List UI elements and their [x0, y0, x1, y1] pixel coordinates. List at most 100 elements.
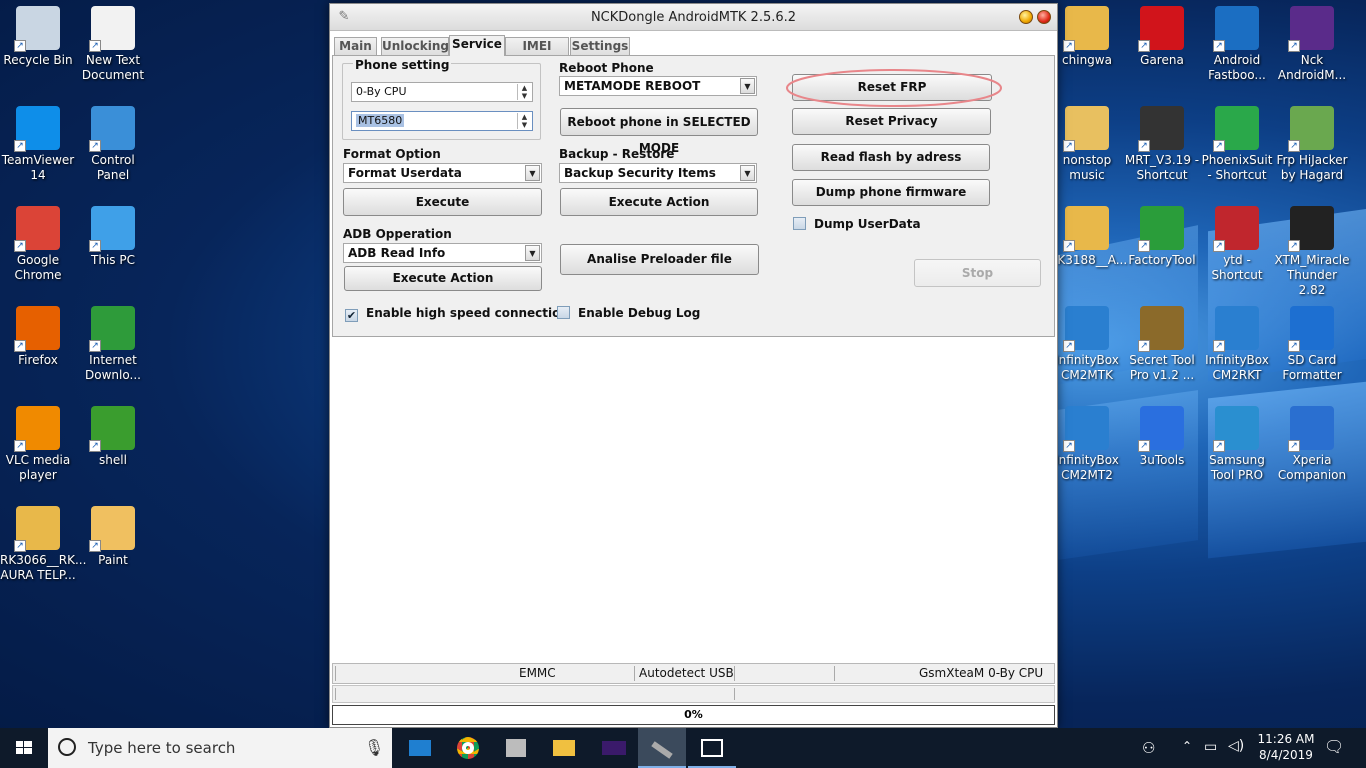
file-explorer-icon[interactable]: [540, 728, 588, 768]
chip-select[interactable]: MT6580 ▲ ▼: [351, 111, 533, 131]
chevron-down-icon[interactable]: ▼: [525, 245, 540, 261]
spin-arrows-icon[interactable]: ▲ ▼: [517, 113, 531, 129]
people-icon[interactable]: ⚇: [1142, 739, 1155, 757]
desktop-icon[interactable]: ↗ 3uTools: [1124, 400, 1200, 500]
dump-userdata-checkbox[interactable]: Dump UserData: [793, 217, 921, 231]
execute-format-button[interactable]: Execute: [343, 188, 542, 216]
nckdongle-window[interactable]: ✎ NCKDongle AndroidMTK 2.5.6.2 Main Unlo…: [329, 3, 1058, 728]
close-button[interactable]: [1037, 10, 1051, 24]
desktop-icon-label: Internet Downlo...: [85, 353, 141, 382]
desktop-icon[interactable]: ↗ Xperia Companion: [1274, 400, 1350, 500]
desktop-icon[interactable]: ↗ XTM_Miracle Thunder 2.82: [1274, 200, 1350, 300]
desktop-icon[interactable]: ↗ InfinityBox CM2MT2: [1049, 400, 1125, 500]
checkbox-checked-icon[interactable]: ✔: [345, 309, 358, 322]
nckdongle-taskbar-icon[interactable]: [638, 728, 686, 768]
desktop-icon[interactable]: ↗ FactoryTool: [1124, 200, 1200, 300]
desktop-icon[interactable]: ↗ chingwa: [1049, 0, 1125, 100]
desktop-icon[interactable]: ↗ This PC: [75, 200, 151, 300]
minimize-button[interactable]: [1019, 10, 1033, 24]
search-box[interactable]: Type here to search 🎙: [48, 728, 392, 768]
desktop-icon[interactable]: ↗ ytd - Shortcut: [1199, 200, 1275, 300]
chevron-down-icon[interactable]: ▼: [525, 165, 540, 181]
tab-settings[interactable]: Settings: [570, 37, 630, 55]
desktop-icon[interactable]: ↗ Garena: [1124, 0, 1200, 100]
desktop-icon[interactable]: ↗ RK3066__RK... AURA TELP...: [0, 500, 87, 600]
tab-imei-utils[interactable]: IMEI Utils: [505, 37, 569, 69]
analise-preloader-button[interactable]: Analise Preloader file: [560, 244, 759, 275]
high-speed-checkbox[interactable]: ✔ Enable high speed connection: [345, 306, 569, 322]
desktop-icon-label: 3uTools: [1139, 453, 1185, 467]
desktop-icon[interactable]: ↗ Paint: [75, 500, 151, 600]
volume-icon[interactable]: ◁): [1228, 738, 1244, 754]
desktop-icon[interactable]: ↗ Google Chrome: [0, 200, 76, 300]
tab-main[interactable]: Main: [334, 37, 377, 55]
network-tool-taskbar-icon[interactable]: [492, 728, 540, 768]
nck-taskbar-icon[interactable]: [590, 728, 638, 768]
reboot-selected-mode-button[interactable]: Reboot phone in SELECTED MODE: [560, 108, 758, 155]
notifications-icon[interactable]: 🗨: [1324, 737, 1344, 756]
desktop-icon[interactable]: ↗ VLC media player: [0, 400, 76, 500]
clock[interactable]: 11:26 AM 8/4/2019: [1254, 731, 1318, 763]
format-option-select[interactable]: Format Userdata ▼: [343, 163, 542, 183]
network-icon[interactable]: ▭: [1204, 739, 1217, 755]
desktop-icon[interactable]: ↗ Control Panel: [75, 100, 151, 200]
checkbox-unchecked-icon[interactable]: [557, 306, 570, 319]
cpu-select[interactable]: 0-By CPU ▲ ▼: [351, 82, 533, 102]
desktop-icon[interactable]: ↗ Frp HiJacker by Hagard: [1274, 100, 1350, 200]
desktop-icon[interactable]: ↗ Samsung Tool PRO: [1199, 400, 1275, 500]
desktop-icon[interactable]: ↗ Nck AndroidM...: [1274, 0, 1350, 100]
debug-log-checkbox[interactable]: Enable Debug Log: [557, 306, 700, 320]
desktop-icon[interactable]: ↗ nonstop music: [1049, 100, 1125, 200]
desktop-icon[interactable]: ↗ Android Fastboo...: [1199, 0, 1275, 100]
shortcut-arrow-icon: ↗: [14, 340, 26, 352]
desktop-icon-label: Secret Tool Pro v1.2 ...: [1129, 353, 1195, 382]
chevron-up-icon[interactable]: ⌃: [1182, 739, 1192, 753]
reboot-mode-select[interactable]: METAMODE REBOOT ▼: [559, 76, 757, 96]
backup-restore-select[interactable]: Backup Security Items ▼: [559, 163, 757, 183]
read-flash-button[interactable]: Read flash by adress: [792, 144, 990, 171]
desktop-icon[interactable]: ↗ InfinityBox CM2RKT: [1199, 300, 1275, 400]
desktop-icon[interactable]: ↗ shell: [75, 400, 151, 500]
desktop-icon[interactable]: ↗ New Text Document: [75, 0, 151, 100]
shortcut-arrow-icon: ↗: [14, 140, 26, 152]
stop-button[interactable]: Stop: [914, 259, 1041, 287]
dump-firmware-button[interactable]: Dump phone firmware: [792, 179, 990, 206]
start-button[interactable]: [0, 728, 48, 768]
nck-icon: ↗: [1288, 6, 1334, 52]
desktop-icon[interactable]: ↗ Recycle Bin: [0, 0, 76, 100]
tab-unlocking[interactable]: Unlocking: [381, 37, 449, 55]
desktop-icon-label: RK3066__RK... AURA TELP...: [0, 553, 87, 582]
checkbox-unchecked-icon[interactable]: [793, 217, 806, 230]
desktop-icon-label: Recycle Bin: [3, 53, 73, 67]
desktop-icon[interactable]: ↗ MRT_V3.19 - Shortcut: [1124, 100, 1200, 200]
adb-operation-select[interactable]: ADB Read Info ▼: [343, 243, 542, 263]
shortcut-arrow-icon: ↗: [1288, 140, 1300, 152]
execute-backup-button[interactable]: Execute Action: [560, 188, 758, 216]
desktop-icon[interactable]: ↗ Secret Tool Pro v1.2 ...: [1124, 300, 1200, 400]
desktop-icon-label: FactoryTool: [1128, 253, 1196, 267]
desktop-icon-label: chingwa: [1062, 53, 1112, 67]
desktop-icon-label: SD Card Formatter: [1282, 353, 1342, 382]
desktop-icon[interactable]: ↗ Firefox: [0, 300, 76, 400]
spin-arrows-icon[interactable]: ▲ ▼: [517, 84, 531, 100]
desktop-icon-label: Xperia Companion: [1277, 453, 1347, 482]
reset-privacy-button[interactable]: Reset Privacy: [792, 108, 991, 135]
chevron-down-icon[interactable]: ▼: [740, 165, 755, 181]
tab-service[interactable]: Service: [449, 35, 505, 56]
chip-select-value: MT6580: [356, 114, 405, 127]
desktop-icon[interactable]: ↗ RK3188__A...: [1049, 200, 1127, 300]
desktop-icon[interactable]: ↗ InfinityBox CM2MTK: [1049, 300, 1125, 400]
chevron-down-icon[interactable]: ▼: [740, 78, 755, 94]
teamviewer-taskbar-icon[interactable]: [396, 728, 444, 768]
desktop-icon[interactable]: ↗ PhoenixSuit - Shortcut: [1199, 100, 1275, 200]
title-bar[interactable]: ✎ NCKDongle AndroidMTK 2.5.6.2: [330, 4, 1057, 31]
windows-logo-icon: [16, 741, 32, 754]
photos-taskbar-icon[interactable]: [688, 728, 736, 768]
desktop-icon[interactable]: ↗ Internet Downlo...: [75, 300, 151, 400]
desktop-icon[interactable]: ↗ SD Card Formatter: [1274, 300, 1350, 400]
execute-adb-button[interactable]: Execute Action: [344, 266, 542, 291]
desktop-icon-label: Google Chrome: [14, 253, 62, 282]
microphone-icon[interactable]: 🎙: [364, 728, 384, 768]
chrome-taskbar-icon[interactable]: [444, 728, 492, 768]
desktop-icon[interactable]: ↗ TeamViewer 14: [0, 100, 76, 200]
